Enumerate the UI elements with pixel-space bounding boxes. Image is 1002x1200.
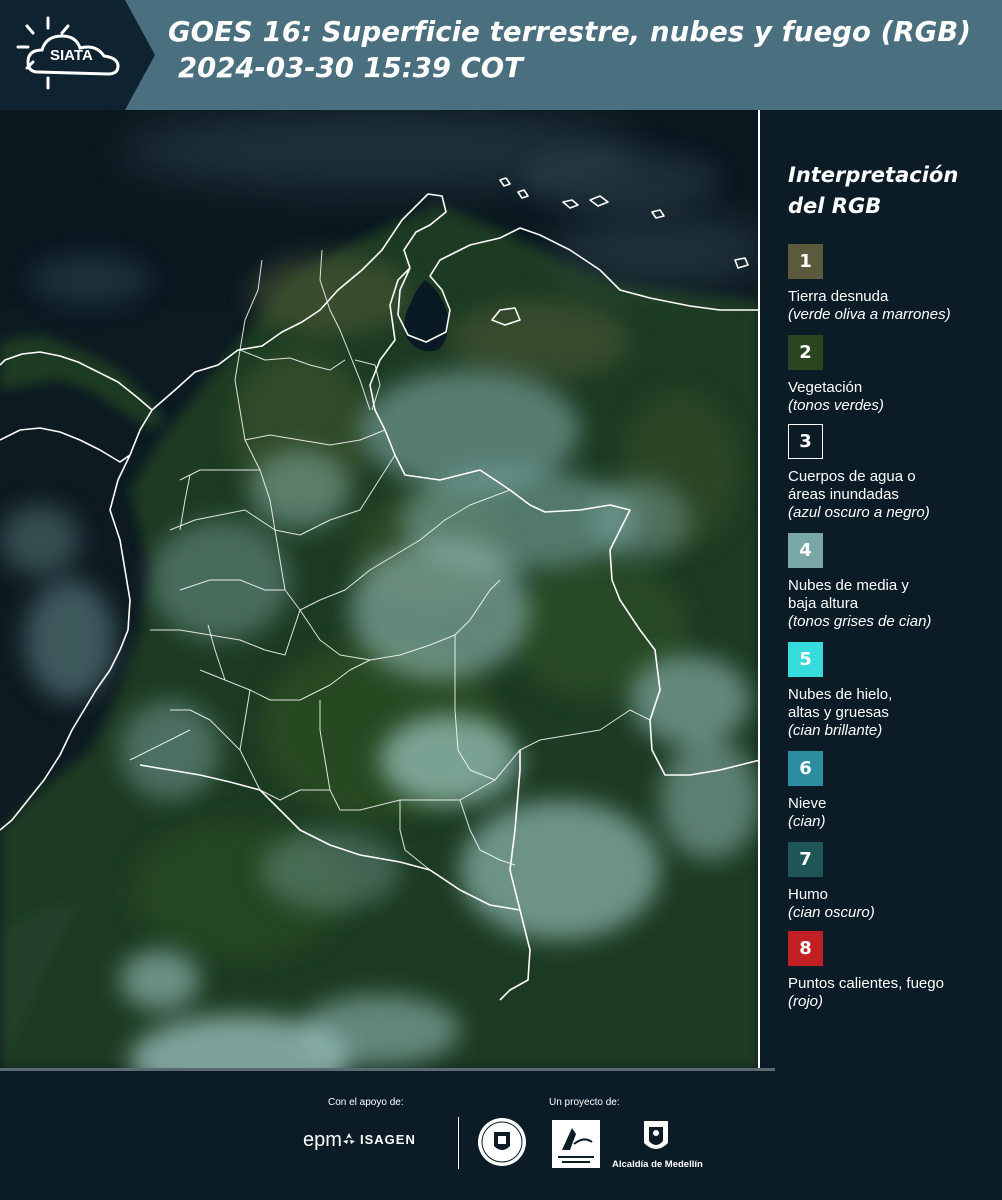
legend-label: Humo bbox=[788, 886, 829, 903]
legend-label-line2: baja altura bbox=[788, 595, 859, 612]
legend-item-vegetation: 2 Vegetación (tonos verdes) bbox=[788, 335, 998, 415]
legend-label: Tierra desnuda bbox=[788, 288, 889, 305]
page-title: GOES 16: Superficie terrestre, nubes y f… bbox=[168, 16, 972, 48]
legend-label-line1: Nubes de media y bbox=[788, 577, 909, 594]
legend-title-line1: Interpretación bbox=[788, 163, 959, 187]
logo-text: SIATA bbox=[50, 47, 93, 64]
legend-label: Nubes de media y baja altura bbox=[788, 577, 998, 613]
legend-note: (cian) bbox=[788, 813, 826, 830]
project-label: Un proyecto de: bbox=[549, 1097, 620, 1108]
legend-swatch: 2 bbox=[788, 335, 823, 370]
timestamp: 2024-03-30 15:39 COT bbox=[178, 52, 523, 84]
area-metropolitana-logo bbox=[552, 1120, 600, 1168]
legend-label-line1: Cuerpos de agua o bbox=[788, 468, 916, 485]
legend-note: (tonos verdes) bbox=[788, 397, 884, 414]
legend-swatch: 4 bbox=[788, 533, 823, 568]
legend-panel: Interpretación del RGB bbox=[788, 160, 998, 238]
satellite-image bbox=[0, 110, 758, 1070]
legend-swatch: 8 bbox=[788, 931, 823, 966]
isagen-icon bbox=[343, 1133, 355, 1144]
legend-item-low-clouds: 4 Nubes de media y baja altura (tonos gr… bbox=[788, 533, 998, 631]
epm-logo: epm bbox=[303, 1129, 342, 1151]
siata-logo-tab: SIATA bbox=[0, 0, 155, 110]
legend-item-ice-clouds: 5 Nubes de hielo, altas y gruesas (cian … bbox=[788, 642, 998, 740]
legend-label: Nubes de hielo, altas y gruesas bbox=[788, 686, 998, 722]
legend-title: Interpretación del RGB bbox=[788, 160, 998, 222]
legend-swatch: 1 bbox=[788, 244, 823, 279]
legend-item-bare-soil: 1 Tierra desnuda (verde oliva a marrones… bbox=[788, 244, 998, 324]
legend-note: (verde oliva a marrones) bbox=[788, 306, 951, 323]
legend-swatch: 5 bbox=[788, 642, 823, 677]
legend-title-line2: del RGB bbox=[788, 194, 882, 218]
legend-label-line2: áreas inundadas bbox=[788, 486, 899, 503]
legend-label: Nieve bbox=[788, 795, 827, 812]
legend-note: (cian oscuro) bbox=[788, 904, 875, 921]
legend-label: Puntos calientes, fuego bbox=[788, 975, 944, 992]
legend-note: (tonos grises de cian) bbox=[788, 613, 932, 630]
legend-label-line2: altas y gruesas bbox=[788, 704, 889, 721]
legend-label: Cuerpos de agua o áreas inundadas bbox=[788, 468, 998, 504]
legend-swatch: 6 bbox=[788, 751, 823, 786]
alcaldia-shield-icon bbox=[644, 1121, 668, 1149]
legend-note: (rojo) bbox=[788, 993, 824, 1010]
footer-divider bbox=[458, 1117, 459, 1169]
legend-item-fire: 8 Puntos calientes, fuego (rojo) bbox=[788, 931, 998, 1011]
support-label: Con el apoyo de: bbox=[328, 1097, 404, 1108]
legend-note: (cian brillante) bbox=[788, 722, 883, 739]
header-titles: GOES 16: Superficie terrestre, nubes y f… bbox=[168, 14, 998, 86]
header-banner: SIATA GOES 16: Superficie terrestre, nub… bbox=[0, 0, 1002, 110]
alcaldia-label: Alcaldía de Medellín bbox=[612, 1159, 703, 1170]
legend-item-water: 3 Cuerpos de agua o áreas inundadas (azu… bbox=[788, 424, 998, 522]
legend-label: Vegetación bbox=[788, 379, 863, 396]
satellite-map[interactable] bbox=[0, 110, 760, 1070]
footer: Con el apoyo de: Un proyecto de: epm ISA… bbox=[0, 1071, 1002, 1200]
legend-item-snow: 6 Nieve (cian) bbox=[788, 751, 998, 831]
legend-note: (azul oscuro a negro) bbox=[788, 504, 930, 521]
legend-swatch: 7 bbox=[788, 842, 823, 877]
legend-label-line1: Nubes de hielo, bbox=[788, 686, 893, 703]
isagen-logo: ISAGEN bbox=[360, 1132, 416, 1147]
legend-item-smoke: 7 Humo (cian oscuro) bbox=[788, 842, 998, 922]
legend-swatch: 3 bbox=[788, 424, 823, 459]
university-seal-icon bbox=[478, 1118, 526, 1166]
